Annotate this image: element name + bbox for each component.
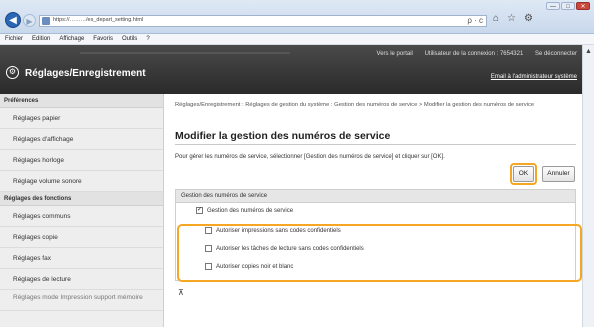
page-icon bbox=[42, 17, 50, 25]
sidebar: Préférences Réglages papier Réglages d'a… bbox=[0, 94, 164, 327]
portal-link[interactable]: Vers le portail bbox=[377, 51, 413, 57]
back-to-top-icon[interactable]: ⊼ bbox=[178, 288, 184, 297]
intro-text: Pour gérer les numéros de service, sélec… bbox=[175, 154, 445, 160]
home-icon[interactable]: ⌂ bbox=[493, 13, 499, 24]
forward-button[interactable]: ▶ bbox=[23, 14, 36, 27]
favorites-icon[interactable]: ☆ bbox=[507, 13, 516, 24]
sidebar-section-preferences: Préférences bbox=[0, 94, 163, 108]
menu-bar: Fichier Edition Affichage Favoris Outils… bbox=[0, 34, 594, 45]
back-button[interactable]: ◀ bbox=[5, 12, 21, 28]
sidebar-item-impression-memoire[interactable]: Réglages mode Impression support mémoire bbox=[0, 290, 163, 311]
logout-link[interactable]: Se déconnecter bbox=[535, 51, 577, 57]
browser-chrome: — □ ✕ ◀ ▶ https://………/es_depart_setting.… bbox=[0, 0, 594, 34]
menu-fichier[interactable]: Fichier bbox=[5, 34, 23, 44]
cancel-button[interactable]: Annuler bbox=[542, 166, 575, 182]
service-management-label: Gestion des numéros de service bbox=[207, 207, 294, 214]
sidebar-item-reglages-horloge[interactable]: Réglages horloge bbox=[0, 150, 163, 171]
sidebar-item-reglages-copie[interactable]: Réglages copie bbox=[0, 227, 163, 248]
vertical-scrollbar[interactable]: ▲ bbox=[582, 45, 594, 327]
browser-tools: ⌂ ☆ ⚙ bbox=[493, 13, 533, 24]
page-title: Modifier la gestion des numéros de servi… bbox=[175, 130, 391, 142]
window-controls: — □ ✕ bbox=[546, 2, 590, 10]
options-highlight bbox=[177, 224, 582, 282]
sidebar-item-volume-sonore[interactable]: Réglage volume sonore bbox=[0, 171, 163, 192]
header-topline: Vers le portail Utilisateur de la connex… bbox=[367, 51, 577, 57]
url-text: https://………/es_depart_setting.html bbox=[53, 17, 144, 23]
arrow-right-icon: ▶ bbox=[26, 17, 33, 26]
sidebar-item-reglages-papier[interactable]: Réglages papier bbox=[0, 108, 163, 129]
maximize-button[interactable]: □ bbox=[561, 2, 575, 10]
menu-edition[interactable]: Edition bbox=[32, 34, 50, 44]
close-button[interactable]: ✕ bbox=[576, 2, 590, 10]
menu-help[interactable]: ? bbox=[146, 34, 149, 44]
minimize-button[interactable]: — bbox=[546, 2, 560, 10]
gear-icon[interactable]: ⚙ bbox=[524, 13, 533, 24]
sidebar-item-reglages-fax[interactable]: Réglages fax bbox=[0, 248, 163, 269]
menu-outils[interactable]: Outils bbox=[122, 34, 137, 44]
settings-logo-icon: ⚙ bbox=[6, 66, 19, 79]
address-actions[interactable]: ρ · c bbox=[467, 16, 483, 25]
ok-button[interactable]: OK bbox=[513, 166, 534, 182]
email-admin-link[interactable]: Email à l'administrateur système bbox=[491, 74, 577, 80]
sidebar-item-reglages-lecture[interactable]: Réglages de lecture bbox=[0, 269, 163, 290]
sidebar-item-reglages-communs[interactable]: Réglages communs bbox=[0, 206, 163, 227]
panel-heading: Gestion des numéros de service bbox=[176, 190, 575, 203]
arrow-left-icon: ◀ bbox=[9, 15, 17, 26]
service-management-checkbox[interactable]: ✓ bbox=[196, 207, 203, 214]
app-header: Vers le portail Utilisateur de la connex… bbox=[0, 45, 582, 94]
menu-favoris[interactable]: Favoris bbox=[93, 34, 113, 44]
scroll-up-icon[interactable]: ▲ bbox=[585, 48, 592, 55]
app-title: Réglages/Enregistrement bbox=[25, 68, 146, 79]
breadcrumb: Réglages/Enregistrement : Réglages de ge… bbox=[175, 102, 535, 108]
address-bar[interactable]: https://………/es_depart_setting.html ρ · c bbox=[39, 15, 487, 27]
title-divider bbox=[175, 144, 576, 145]
user-label: Utilisateur de la connexion : 7654321 bbox=[424, 51, 524, 57]
service-management-row: ✓ Gestion des numéros de service bbox=[196, 207, 293, 214]
sidebar-section-functions: Réglages des fonctions bbox=[0, 192, 163, 206]
main-content: Réglages/Enregistrement : Réglages de ge… bbox=[168, 94, 582, 327]
menu-affichage[interactable]: Affichage bbox=[59, 34, 84, 44]
sidebar-item-reglages-affichage[interactable]: Réglages d'affichage bbox=[0, 129, 163, 150]
header-decoration bbox=[80, 52, 290, 54]
